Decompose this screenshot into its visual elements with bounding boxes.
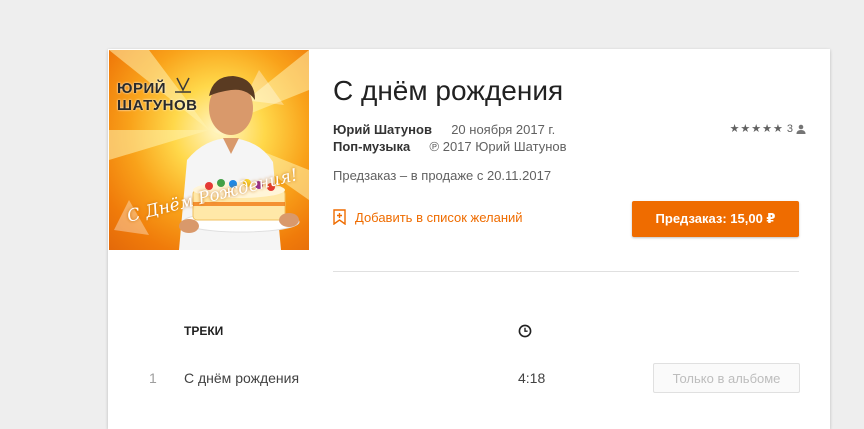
track-duration: 4:18: [518, 370, 546, 386]
genre-line: Поп-музыка ℗ 2017 Юрий Шатунов: [333, 139, 567, 154]
release-date: 20 ноября 2017 г.: [451, 122, 556, 137]
add-to-wishlist-button[interactable]: Добавить в список желаний: [333, 209, 523, 225]
artist-line: Юрий Шатунов 20 ноября 2017 г.: [333, 122, 555, 137]
rating: ★★★★★ 3: [730, 122, 806, 135]
wishlist-label: Добавить в список желаний: [355, 209, 523, 225]
preorder-button[interactable]: Предзаказ: 15,00 ₽: [632, 201, 799, 237]
artist-link[interactable]: Юрий Шатунов: [333, 122, 432, 137]
bookmark-plus-icon: [333, 209, 346, 225]
album-only-button[interactable]: Только в альбоме: [653, 363, 800, 393]
album-title: С днём рождения: [333, 75, 564, 106]
person-icon: [796, 124, 806, 134]
rating-stars: ★★★★★: [729, 123, 784, 135]
cover-artist-text: ЮРИЙ ШАТУНОВ: [117, 80, 198, 114]
preorder-note: Предзаказ – в продаже с 20.11.2017: [333, 168, 552, 183]
genre-link[interactable]: Поп-музыка: [333, 139, 410, 154]
copyright: ℗ 2017 Юрий Шатунов: [429, 139, 567, 154]
album-cover[interactable]: ЮРИЙ ШАТУНОВ С Днём Рождения!: [109, 50, 309, 250]
album-card: ЮРИЙ ШАТУНОВ С Днём Рождения! С днём рож…: [108, 49, 830, 429]
clock-icon: [518, 324, 532, 338]
divider: [333, 271, 799, 272]
tracks-header: ТРЕКИ: [184, 324, 224, 338]
rating-count: 3: [786, 122, 793, 135]
track-name: С днём рождения: [184, 370, 300, 386]
track-number: 1: [149, 370, 157, 386]
